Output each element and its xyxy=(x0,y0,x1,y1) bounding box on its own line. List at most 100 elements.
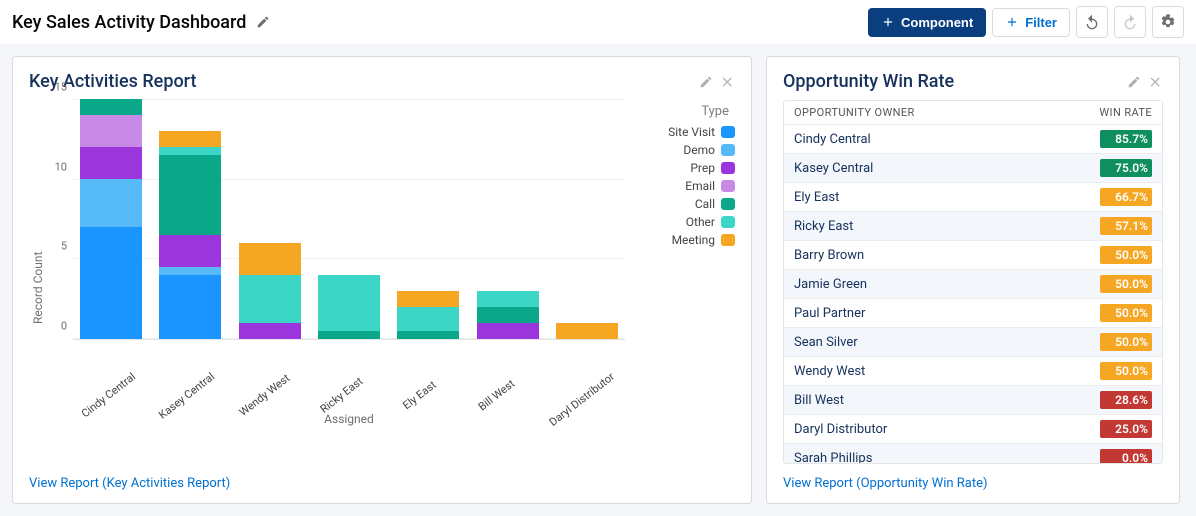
legend-item[interactable]: Meeting xyxy=(633,233,735,247)
win-rate-badge: 0.0% xyxy=(1100,449,1152,464)
table-row[interactable]: Ricky East57.1% xyxy=(784,212,1162,241)
bar-segment-meeting xyxy=(397,291,459,307)
bar[interactable] xyxy=(318,275,380,339)
undo-button[interactable] xyxy=(1076,6,1108,38)
x-tick-label: Ely East xyxy=(389,370,477,457)
card-head: Opportunity Win Rate xyxy=(783,71,1163,92)
undo-icon xyxy=(1084,14,1100,30)
win-rate-badge: 50.0% xyxy=(1100,333,1152,351)
view-report-link[interactable]: View Report (Key Activities Report) xyxy=(29,476,735,491)
win-rate-badge: 50.0% xyxy=(1100,246,1152,264)
add-component-label: Component xyxy=(901,15,973,30)
bar-segment-prep xyxy=(477,323,539,339)
legend-swatch xyxy=(721,162,735,174)
legend-label: Site Visit xyxy=(668,125,715,139)
close-icon xyxy=(721,75,735,89)
dashboard-header: Key Sales Activity Dashboard Component F… xyxy=(0,0,1196,44)
table-row[interactable]: Cindy Central85.7% xyxy=(784,125,1162,154)
bar-segment-demo xyxy=(80,179,142,227)
cell-owner: Jamie Green xyxy=(794,277,1084,292)
win-rate-badge: 25.0% xyxy=(1100,420,1152,438)
bar-segment-prep xyxy=(159,235,221,267)
bar[interactable] xyxy=(397,291,459,339)
view-report-link[interactable]: View Report (Opportunity Win Rate) xyxy=(783,476,1163,491)
add-filter-label: Filter xyxy=(1025,15,1057,30)
dashboard-title: Key Sales Activity Dashboard xyxy=(12,12,246,33)
legend-item[interactable]: Email xyxy=(633,179,735,193)
legend-item[interactable]: Call xyxy=(633,197,735,211)
legend-item[interactable]: Other xyxy=(633,215,735,229)
x-tick-label: Kasey Central xyxy=(156,370,246,459)
win-rate-badge: 66.7% xyxy=(1100,188,1152,206)
cell-owner: Barry Brown xyxy=(794,248,1084,263)
plus-icon xyxy=(1005,15,1019,29)
bar-segment-meeting xyxy=(556,323,618,339)
table-row[interactable]: Daryl Distributor 25.0% xyxy=(784,415,1162,444)
table-row[interactable]: Wendy West50.0% xyxy=(784,357,1162,386)
col-header-rate: WIN RATE xyxy=(1084,106,1152,119)
legend-item[interactable]: Site Visit xyxy=(633,125,735,139)
bar-segment-meeting xyxy=(239,243,301,275)
bar[interactable] xyxy=(477,291,539,339)
legend-label: Other xyxy=(686,215,715,229)
table-row[interactable]: Ely East66.7% xyxy=(784,183,1162,212)
win-rate-badge: 50.0% xyxy=(1100,362,1152,380)
add-filter-button[interactable]: Filter xyxy=(992,8,1070,37)
table-row[interactable]: Jamie Green 50.0% xyxy=(784,270,1162,299)
table-row[interactable]: Kasey Central 75.0% xyxy=(784,154,1162,183)
bar-segment-site_visit xyxy=(159,275,221,339)
x-tick-label: Ricky East xyxy=(312,370,400,457)
table-row[interactable]: Sarah Phillips 0.0% xyxy=(784,444,1162,464)
legend-swatch xyxy=(721,144,735,156)
bar-segment-demo xyxy=(159,267,221,275)
win-rate-badge: 75.0% xyxy=(1100,159,1152,177)
win-rate-badge: 50.0% xyxy=(1100,304,1152,322)
legend-swatch xyxy=(721,216,735,228)
card-title: Opportunity Win Rate xyxy=(783,71,954,92)
win-rate-badge: 50.0% xyxy=(1100,275,1152,293)
cell-owner: Kasey Central xyxy=(794,161,1084,176)
table-row[interactable]: Bill West 28.6% xyxy=(784,386,1162,415)
edit-title-button[interactable] xyxy=(252,11,274,33)
legend-swatch xyxy=(721,198,735,210)
cell-owner: Cindy Central xyxy=(794,132,1084,147)
cell-owner: Daryl Distributor xyxy=(794,422,1084,437)
bar-segment-site_visit xyxy=(80,227,142,339)
bar-segment-other xyxy=(477,291,539,307)
y-tick-label: 0 xyxy=(45,320,67,333)
bar[interactable] xyxy=(80,99,142,339)
bar-segment-prep xyxy=(239,323,301,339)
legend-title: Type xyxy=(633,104,735,119)
bar-segment-call xyxy=(159,155,221,235)
edit-component-button[interactable] xyxy=(1127,75,1141,89)
bar-segment-call xyxy=(477,307,539,323)
win-rate-table: OPPORTUNITY OWNER WIN RATE Cindy Central… xyxy=(783,100,1163,464)
cell-owner: Sean Silver xyxy=(794,335,1084,350)
settings-button[interactable] xyxy=(1152,6,1184,38)
table-row[interactable]: Paul Partner50.0% xyxy=(784,299,1162,328)
bar-segment-call xyxy=(397,331,459,339)
legend-item[interactable]: Prep xyxy=(633,161,735,175)
bar[interactable] xyxy=(556,323,618,339)
add-component-button[interactable]: Component xyxy=(868,8,986,37)
y-tick-label: 10 xyxy=(45,160,67,173)
redo-button[interactable] xyxy=(1114,6,1146,38)
table-row[interactable]: Sean Silver 50.0% xyxy=(784,328,1162,357)
legend-item[interactable]: Demo xyxy=(633,143,735,157)
edit-component-button[interactable] xyxy=(699,75,713,89)
win-rate-card: Opportunity Win Rate OPPORTUNITY OWNER W… xyxy=(766,56,1180,504)
bar[interactable] xyxy=(159,131,221,339)
pencil-icon xyxy=(256,15,270,29)
bar-segment-prep xyxy=(80,147,142,179)
legend-label: Meeting xyxy=(672,233,715,247)
x-tick-label: Cindy Central xyxy=(79,370,167,457)
remove-component-button[interactable] xyxy=(721,75,735,89)
dashboard-board: Key Activities Report Record Count 05101… xyxy=(0,44,1196,516)
bar-chart: 051015 xyxy=(73,100,625,340)
table-row[interactable]: Barry Brown 50.0% xyxy=(784,241,1162,270)
cell-owner: Sarah Phillips xyxy=(794,451,1084,465)
bar[interactable] xyxy=(239,243,301,339)
cell-owner: Bill West xyxy=(794,393,1084,408)
win-rate-badge: 28.6% xyxy=(1100,391,1152,409)
remove-component-button[interactable] xyxy=(1149,75,1163,89)
